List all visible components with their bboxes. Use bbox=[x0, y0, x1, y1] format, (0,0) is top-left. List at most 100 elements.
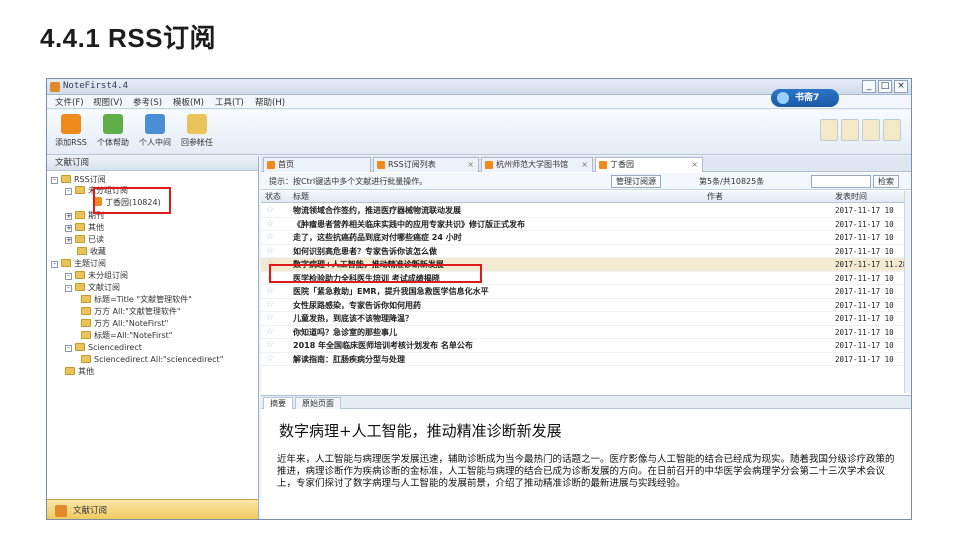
account-button[interactable]: 回参帐任 bbox=[175, 114, 219, 148]
tree-item[interactable]: - 未分组订阅 bbox=[65, 270, 128, 281]
star-icon[interactable]: ☆ bbox=[266, 299, 274, 312]
collapse-icon[interactable]: - bbox=[65, 188, 72, 195]
tree-item[interactable]: 标题=All:"NoteFirst" bbox=[81, 330, 172, 341]
expand-icon[interactable]: + bbox=[65, 225, 72, 232]
expand-icon[interactable]: + bbox=[65, 213, 72, 220]
brand-badge[interactable]: 书斋7 bbox=[771, 89, 839, 107]
col-author[interactable]: 作者 bbox=[707, 191, 723, 202]
tree-item[interactable]: + 期刊 bbox=[65, 210, 104, 221]
star-icon[interactable]: ☆ bbox=[266, 339, 274, 352]
tab-label: 杭州师范大学图书馆 bbox=[496, 160, 568, 169]
star-icon[interactable]: ☆ bbox=[266, 204, 274, 217]
menu-file[interactable]: 文件(F) bbox=[55, 96, 84, 108]
tree-item[interactable]: - RSS订阅 bbox=[51, 174, 106, 185]
table-row[interactable]: ☆ 2018 年全国临床医师培训考核计划发布 名单公布 2017-11-17 10 bbox=[261, 339, 911, 353]
row-title: 医院「紧急救助」EMR，提升我国急救医学信息化水平 bbox=[293, 287, 489, 296]
tab-original-page[interactable]: 原始页面 bbox=[295, 397, 341, 409]
export-icon[interactable] bbox=[862, 119, 880, 141]
star-icon[interactable]: ☆ bbox=[266, 285, 274, 298]
add-rss-button[interactable]: 添加RSS bbox=[49, 114, 93, 148]
tree-item-dingxiangyuan[interactable]: 丁香园(10824) bbox=[93, 197, 161, 208]
search-input[interactable] bbox=[811, 175, 871, 188]
grid-scrollbar[interactable] bbox=[904, 191, 911, 393]
tree-item[interactable]: 其他 bbox=[65, 366, 94, 377]
table-row[interactable]: ☆ 医院「紧急救助」EMR，提升我国急救医学信息化水平 2017-11-17 10 bbox=[261, 285, 911, 299]
expand-icon[interactable]: + bbox=[65, 237, 72, 244]
collapse-icon[interactable]: - bbox=[51, 177, 58, 184]
row-date: 2017-11-17 10 bbox=[835, 314, 894, 323]
tab-dingxiangyuan[interactable]: 丁香园 × bbox=[595, 157, 703, 172]
tab-hznu-library[interactable]: 杭州师范大学图书馆 × bbox=[481, 157, 593, 172]
filter-hint: 提示：按Ctrl键选中多个文献进行批量操作。 bbox=[269, 177, 428, 186]
tree-item-label: 标题=All:"NoteFirst" bbox=[94, 331, 173, 340]
table-row[interactable]: ☆ 儿童发热，到底该不该物理降温？ 2017-11-17 10 bbox=[261, 312, 911, 326]
tab-home[interactable]: 首页 bbox=[263, 157, 371, 172]
print-icon[interactable] bbox=[883, 119, 901, 141]
star-icon[interactable]: ☆ bbox=[266, 312, 274, 325]
tree-item[interactable]: - Sciencedirect bbox=[65, 342, 142, 353]
table-row[interactable]: ☆ 物流领域合作签约，推进医疗器械物流联动发展 2017-11-17 10 bbox=[261, 204, 911, 218]
menu-template[interactable]: 模板(M) bbox=[173, 96, 204, 108]
table-row[interactable]: ☆ 解读指南：肛肠疾病分型与处理 2017-11-17 10 bbox=[261, 353, 911, 366]
menu-reference[interactable]: 参考(S) bbox=[133, 96, 162, 108]
tree-item[interactable]: 标题=Title "文献管理软件" bbox=[81, 294, 192, 305]
folder-icon bbox=[75, 223, 85, 231]
menu-tools[interactable]: 工具(T) bbox=[215, 96, 244, 108]
col-status[interactable]: 状态 bbox=[265, 191, 281, 202]
personal-center-button[interactable]: 个人中间 bbox=[133, 114, 177, 148]
manage-subscription-button[interactable]: 管理订阅源 bbox=[611, 175, 661, 188]
tree-item[interactable]: 收藏 bbox=[77, 246, 106, 257]
settings-icon[interactable] bbox=[841, 119, 859, 141]
minimize-button[interactable]: _ bbox=[862, 80, 876, 93]
help-button[interactable]: 个体帮助 bbox=[91, 114, 135, 148]
table-row[interactable]: ☆ 走了，这些抗癌药品到底对付哪些癌症 24 小时 2017-11-17 10 bbox=[261, 231, 911, 245]
star-icon[interactable]: ☆ bbox=[266, 245, 274, 258]
detail-tabs: 摘要 原始页面 bbox=[261, 396, 911, 409]
close-tab-icon[interactable]: × bbox=[691, 158, 698, 171]
tree-item[interactable]: - 未分组订阅 bbox=[65, 185, 128, 196]
table-row[interactable]: ☆ 你知道吗？急诊室的那些事儿 2017-11-17 10 bbox=[261, 326, 911, 339]
table-row[interactable]: ☆ 如何识别高危患者？专家告诉你该怎么做 2017-11-17 10 bbox=[261, 245, 911, 258]
close-button[interactable]: × bbox=[894, 80, 908, 93]
tree-item[interactable]: Sciencedirect All:"sciencedirect" bbox=[81, 354, 223, 365]
collapse-icon[interactable]: - bbox=[65, 345, 72, 352]
tab-abstract[interactable]: 摘要 bbox=[263, 397, 293, 409]
left-panel-footer-tab[interactable]: 文献订阅 bbox=[47, 499, 258, 519]
collapse-icon[interactable]: - bbox=[65, 285, 72, 292]
tab-rss-list[interactable]: RSS订阅列表 × bbox=[373, 157, 479, 172]
table-row[interactable]: ☆ 医学检验助力全科医生培训 考试成绩揭晓 2017-11-17 10 bbox=[261, 272, 911, 285]
close-tab-icon[interactable]: × bbox=[467, 158, 474, 171]
menu-help[interactable]: 帮助(H) bbox=[255, 96, 285, 108]
row-title: 你知道吗？急诊室的那些事儿 bbox=[293, 327, 397, 337]
col-title[interactable]: 标题 bbox=[293, 191, 309, 202]
star-icon[interactable]: ☆ bbox=[266, 258, 274, 271]
tab-strip: 首页 RSS订阅列表 × 杭州师范大学图书馆 × 丁香园 × bbox=[261, 156, 911, 172]
collapse-icon[interactable]: - bbox=[65, 273, 72, 280]
flower-icon[interactable] bbox=[820, 119, 838, 141]
maximize-button[interactable]: □ bbox=[878, 80, 892, 93]
tree-item[interactable]: - 主题订阅 bbox=[51, 258, 106, 269]
table-row[interactable]: ☆ 数字病理+人工智能，推动精准诊断新发展 2017-11-17 11.28 bbox=[261, 258, 911, 272]
toolbar: 添加RSS 个体帮助 个人中间 回参帐任 bbox=[47, 110, 911, 155]
table-row[interactable]: ☆ 女性尿路感染，专家告诉你如何用药 2017-11-17 10 bbox=[261, 299, 911, 312]
tree-item[interactable]: 万方 All:"NoteFirst" bbox=[81, 318, 168, 329]
collapse-icon[interactable]: - bbox=[51, 261, 58, 268]
window-title: NoteFirst4.4 bbox=[63, 81, 129, 91]
star-icon[interactable]: ☆ bbox=[266, 231, 274, 244]
star-icon[interactable]: ☆ bbox=[266, 218, 274, 231]
menu-view[interactable]: 视图(V) bbox=[93, 96, 122, 108]
search-button[interactable]: 检索 bbox=[873, 175, 899, 188]
rss-icon bbox=[377, 161, 385, 169]
tree-item[interactable]: 万方 All:"文献管理软件" bbox=[81, 306, 181, 317]
star-icon[interactable]: ☆ bbox=[266, 326, 274, 339]
tree-item[interactable]: + 其他 bbox=[65, 222, 104, 233]
col-date[interactable]: 发表时间 bbox=[835, 191, 867, 202]
table-row[interactable]: ☆ 《肿瘤患者营养相关临床实践中的应用专家共识》修订版正式发布 2017-11-17… bbox=[261, 218, 911, 231]
close-tab-icon[interactable]: × bbox=[581, 158, 588, 171]
row-title: 2018 年全国临床医师培训考核计划发布 名单公布 bbox=[293, 341, 473, 350]
tree-item[interactable]: - 文献订阅 bbox=[65, 282, 120, 293]
tree-item[interactable]: + 已读 bbox=[65, 234, 104, 245]
star-icon[interactable]: ☆ bbox=[266, 272, 274, 285]
app-window: NoteFirst4.4 _ □ × 文件(F) 视图(V) 参考(S) 模板(… bbox=[46, 78, 912, 520]
star-icon[interactable]: ☆ bbox=[266, 353, 274, 366]
